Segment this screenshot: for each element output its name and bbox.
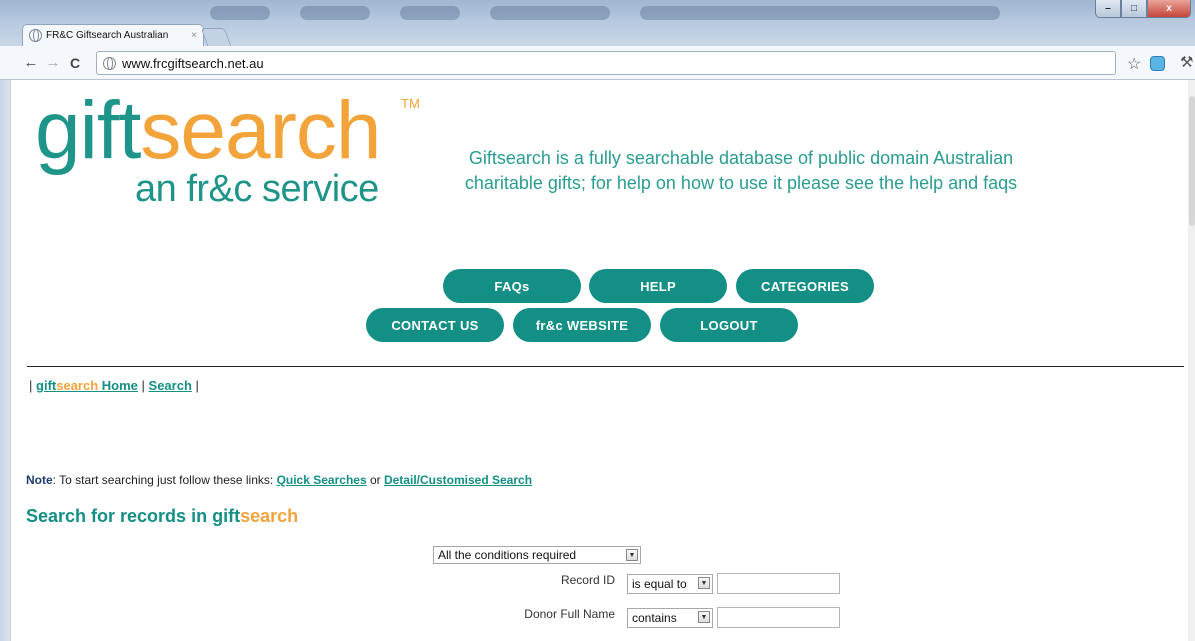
donor-full-name-input[interactable] [717,607,840,628]
logo-subtitle: an fr&c service [135,168,379,210]
tab-title: FR&C Giftsearch Australian [46,30,169,41]
back-arrow-icon[interactable]: ← [20,54,42,71]
breadcrumb: | giftsearch Home | Search | [29,378,199,393]
note-label: Note [26,473,53,487]
browser-titlebar: FR&C Giftsearch Australian × – □ x [0,0,1195,46]
close-window-button[interactable]: x [1147,0,1191,18]
blurred-bookmark [640,6,1000,20]
breadcrumb-separator: | [195,378,199,393]
breadcrumb-separator: | [141,378,145,393]
blurred-bookmark [300,6,370,20]
chevron-down-icon: ▼ [698,611,710,623]
contact-us-button[interactable]: CONTACT US [366,308,504,342]
logo-wordmark: giftsearch [35,85,382,176]
record-id-operator-value: is equal to [632,577,687,591]
window-controls: – □ x [1095,0,1191,18]
quick-searches-link[interactable]: Quick Searches [277,473,367,487]
globe-icon [103,56,116,70]
blurred-bookmark [210,6,270,20]
globe-icon [29,29,42,42]
record-id-input[interactable] [717,573,840,594]
tab-close-icon[interactable]: × [191,30,197,41]
note-or: or [366,473,384,487]
scrollbar-thumb[interactable] [1189,96,1195,226]
browser-toolbar: ← → C www.frcgiftsearch.net.au ☆ ⚒ [0,46,1195,80]
giftsearch-logo[interactable]: giftsearch TM an fr&c service [35,86,435,216]
blurred-bookmark [490,6,610,20]
new-tab-button[interactable] [200,28,232,46]
breadcrumb-separator: | [29,378,33,393]
trademark-mark: TM [401,96,420,111]
record-id-operator-select[interactable]: is equal to ▼ [627,574,713,594]
wrench-icon[interactable]: ⚒ [1180,53,1193,71]
frc-website-button[interactable]: fr&c WEBSITE [513,308,651,342]
categories-button[interactable]: CATEGORIES [736,269,874,303]
conditions-value: All the conditions required [438,548,577,562]
logout-button[interactable]: LOGOUT [660,308,798,342]
window-left-border [0,80,10,641]
record-id-label: Record ID [560,573,615,587]
conditions-select[interactable]: All the conditions required ▼ [433,546,641,564]
minimize-button[interactable]: – [1095,0,1121,18]
faqs-button[interactable]: FAQs [443,269,581,303]
address-bar[interactable]: www.frcgiftsearch.net.au [96,51,1116,75]
help-button[interactable]: HELP [589,269,727,303]
donor-full-name-label: Donor Full Name [524,607,615,621]
extension-icon[interactable] [1150,56,1165,71]
search-note: Note: To start searching just follow the… [26,473,532,487]
chevron-down-icon: ▼ [698,577,710,589]
browser-tab[interactable]: FR&C Giftsearch Australian × [22,24,204,46]
detail-search-link[interactable]: Detail/Customised Search [384,473,532,487]
donor-name-operator-value: contains [632,611,677,625]
blurred-bookmark [400,6,460,20]
maximize-button[interactable]: □ [1121,0,1147,18]
star-icon[interactable]: ☆ [1127,54,1141,74]
breadcrumb-search-link[interactable]: Search [149,378,192,393]
chevron-down-icon: ▼ [626,549,638,561]
reload-icon[interactable]: C [64,55,86,71]
page-viewport: giftsearch TM an fr&c service Giftsearch… [10,80,1190,641]
page-title: Search for records in giftsearch [26,506,299,526]
note-text: : To start searching just follow these l… [52,473,277,487]
breadcrumb-home-link[interactable]: giftsearch Home [36,378,138,393]
divider [27,366,1184,367]
url-text: www.frcgiftsearch.net.au [122,55,264,71]
donor-name-operator-select[interactable]: contains ▼ [627,608,713,628]
intro-text: Giftsearch is a fully searchable databas… [464,148,1018,193]
forward-arrow-icon[interactable]: → [42,54,64,71]
